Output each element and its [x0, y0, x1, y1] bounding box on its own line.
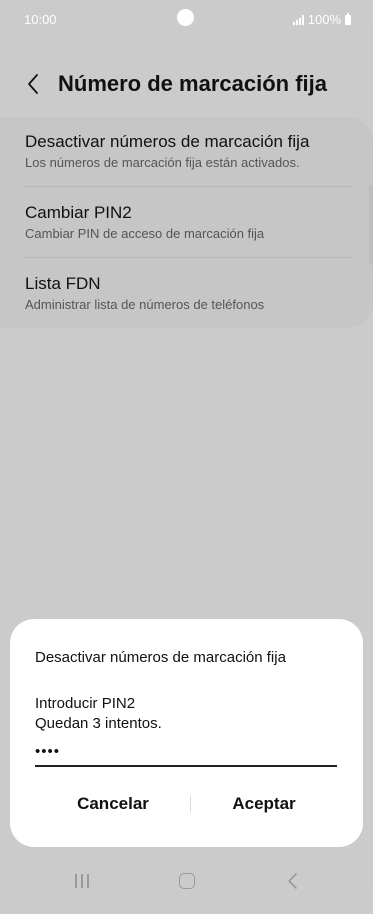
setting-deactivate-fdn[interactable]: Desactivar números de marcación fija Los… — [25, 132, 353, 170]
setting-fdn-list[interactable]: Lista FDN Administrar lista de números d… — [25, 274, 353, 312]
setting-subtitle: Cambiar PIN de acceso de marcación fija — [25, 226, 265, 241]
setting-title: Cambiar PIN2 — [25, 203, 132, 222]
dialog-title: Desactivar números de marcación fija — [35, 649, 286, 666]
page-title: Número de marcación fija — [58, 71, 327, 96]
setting-subtitle: Administrar lista de números de teléfono… — [25, 297, 265, 312]
settings-card: Desactivar números de marcación fija Los… — [0, 117, 373, 328]
status-right: 100% — [292, 12, 351, 27]
divider — [25, 257, 353, 258]
attempts-remaining: Quedan 3 intentos. — [35, 715, 162, 732]
setting-title: Lista FDN — [25, 274, 101, 293]
home-icon[interactable] — [179, 873, 195, 889]
divider — [25, 186, 353, 187]
recents-icon[interactable] — [75, 874, 91, 888]
setting-change-pin2[interactable]: Cambiar PIN2 Cambiar PIN de acceso de ma… — [25, 203, 353, 241]
navigation-bar — [0, 850, 373, 914]
chevron-left-icon[interactable] — [22, 72, 46, 96]
pin2-input[interactable] — [35, 737, 337, 767]
status-time: 10:00 — [24, 12, 57, 27]
dialog-prompt: Introducir PIN2 — [35, 695, 136, 712]
signal-icon — [292, 14, 304, 25]
front-camera — [177, 9, 194, 26]
cancel-button[interactable]: Cancelar — [33, 789, 193, 819]
back-icon[interactable] — [286, 872, 300, 890]
app-header: Número de marcación fija — [0, 62, 373, 106]
battery-percentage: 100% — [307, 12, 341, 27]
battery-icon — [345, 12, 351, 25]
setting-title: Desactivar números de marcación fija — [25, 132, 310, 151]
phone-screen: 10:00 100% Número de marcación fija Desa… — [0, 0, 373, 914]
scroll-indicator — [369, 185, 373, 265]
setting-subtitle: Los números de marcación fija están acti… — [25, 155, 300, 170]
pin2-dialog: Desactivar números de marcación fija Int… — [10, 619, 363, 847]
status-bar: 10:00 100% — [0, 0, 373, 40]
accept-button[interactable]: Aceptar — [184, 789, 344, 819]
